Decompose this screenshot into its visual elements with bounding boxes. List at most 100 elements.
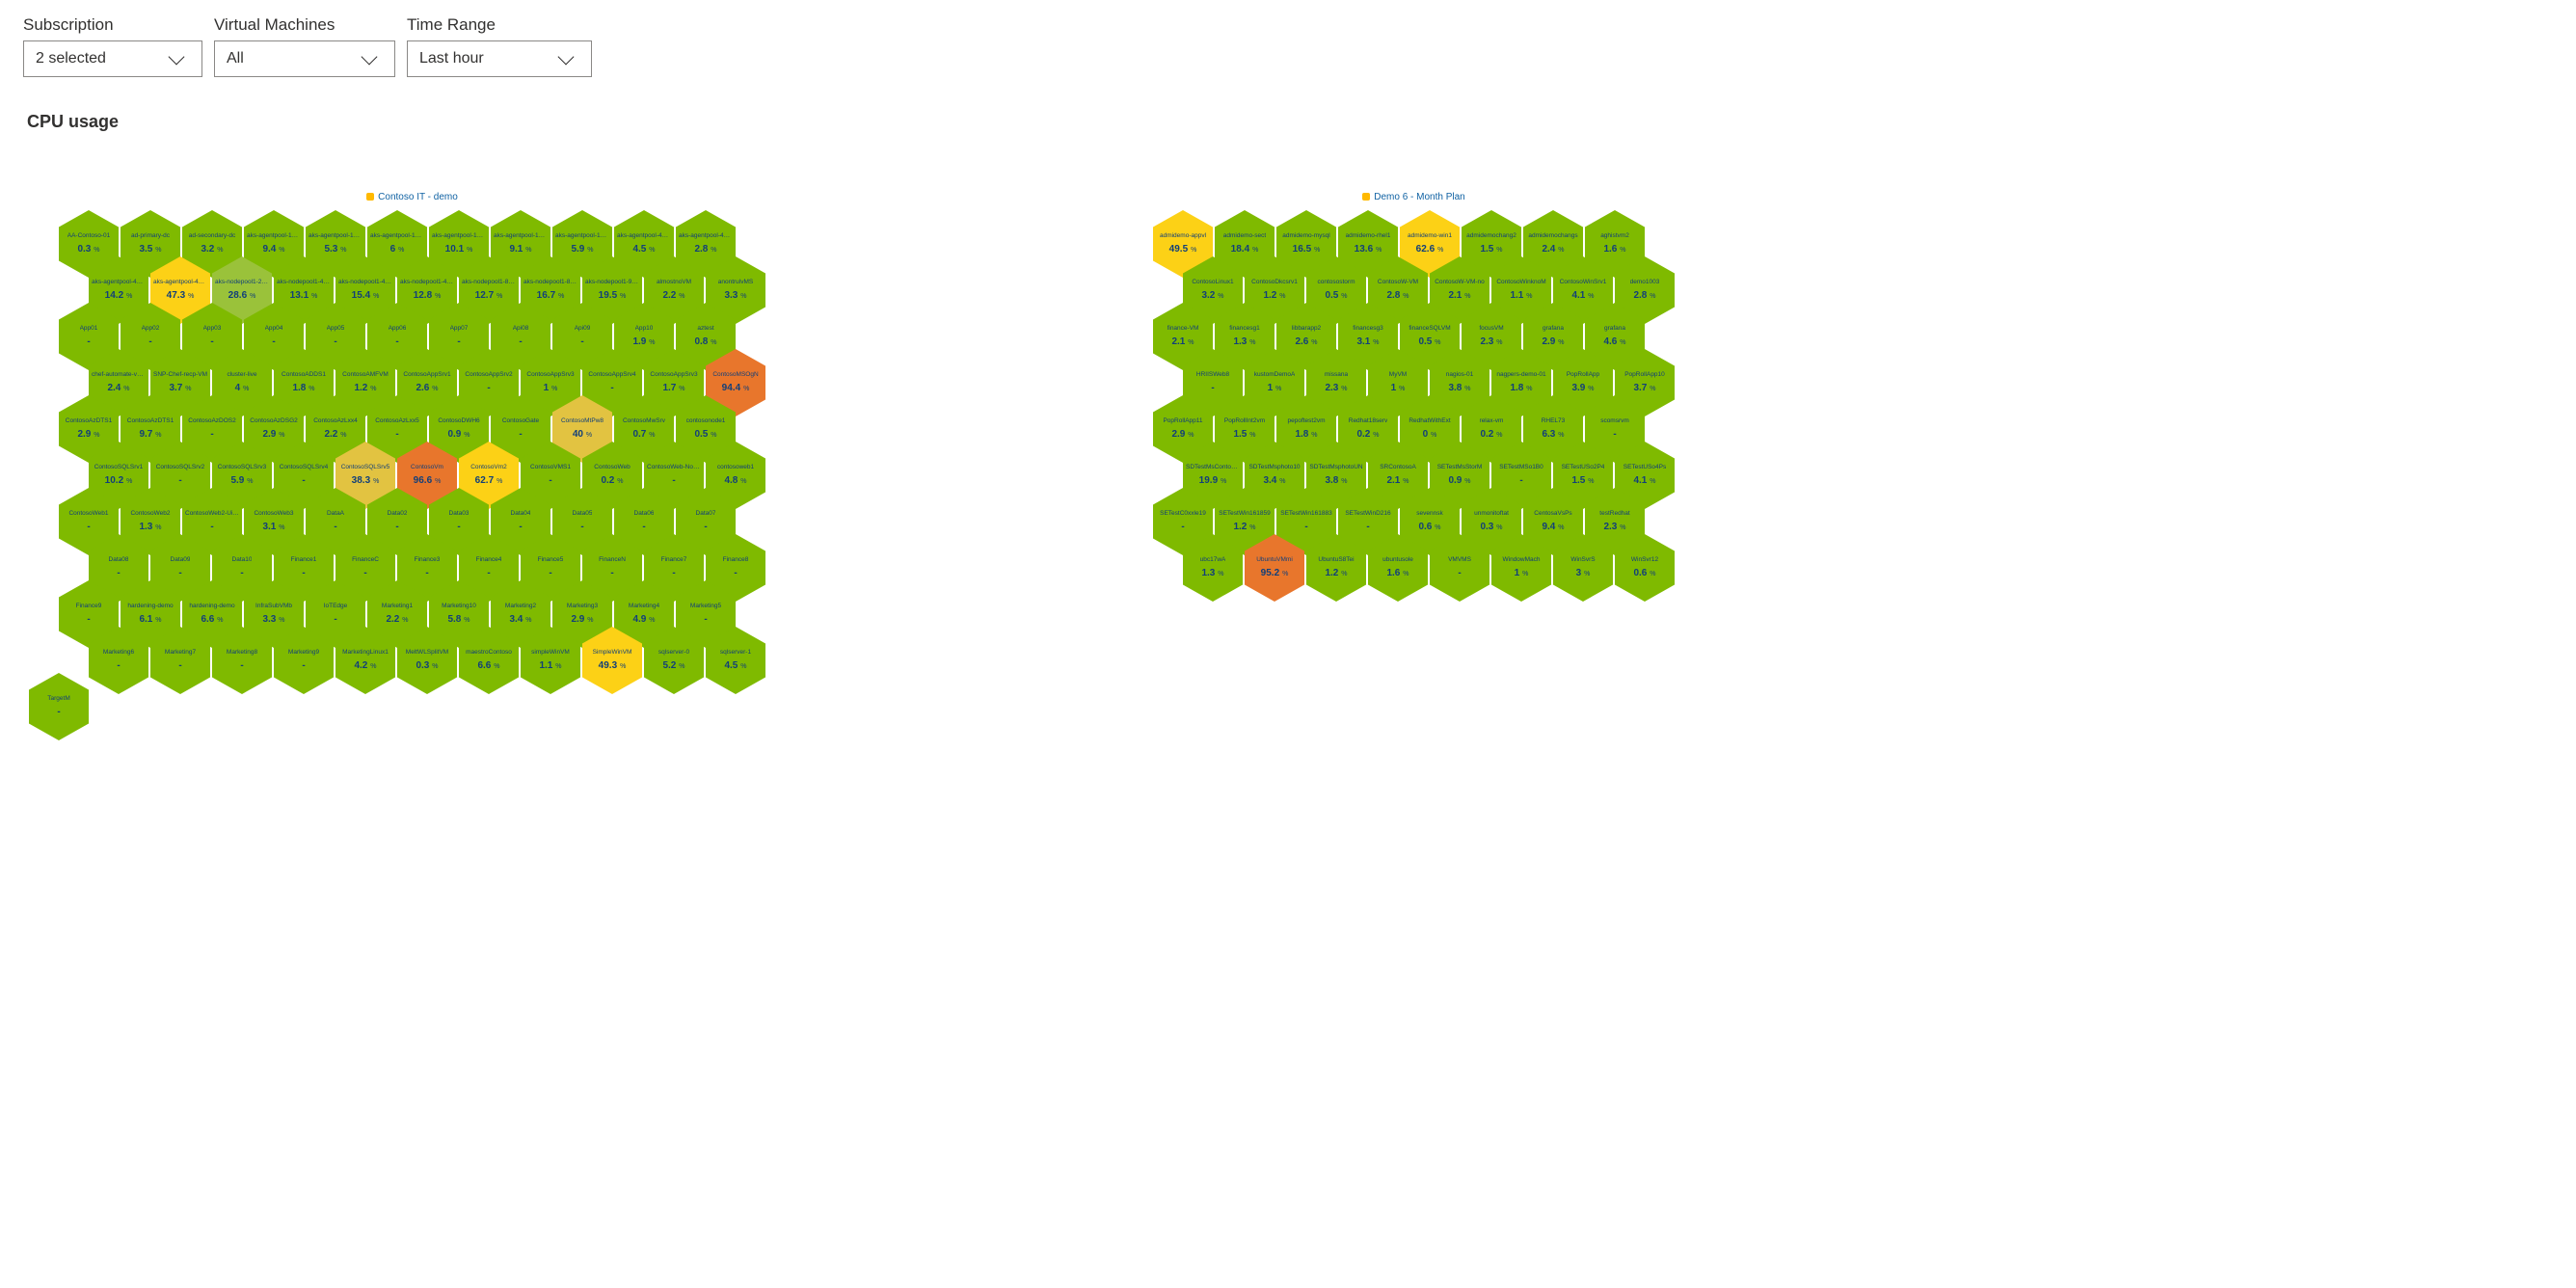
vms-value: All — [227, 50, 244, 67]
hex-cell-name: RHEL73 — [1542, 417, 1566, 425]
subscription-value: 2 selected — [36, 50, 106, 67]
hex-cell-value: 4.9 % — [632, 614, 655, 627]
hex-cell-name: admidemo-appvl — [1160, 232, 1206, 240]
hex-cell-value: - — [549, 568, 551, 580]
hex-cell-value: 0.5 % — [1418, 336, 1440, 349]
hex-cell-name: ContosoMSOgN — [712, 371, 758, 379]
hex-cell-name: App07 — [450, 325, 469, 333]
hex-cell-value: 3.7 % — [1633, 383, 1655, 395]
hex-cell-value: 2.1 % — [1448, 290, 1470, 303]
hex-cell-value: - — [457, 522, 460, 534]
hex-cell-value: - — [210, 429, 213, 442]
hex-cell-value: 13.6 % — [1355, 244, 1382, 256]
hex-cell-value: 1.5 % — [1571, 475, 1594, 488]
filter-subscription: Subscription 2 selected — [23, 15, 202, 77]
hex-cell-value: - — [178, 660, 181, 673]
hex-cell-name: SETestMsStorM — [1437, 464, 1483, 471]
hex-cell-name: ContosoSQLSrv4 — [280, 464, 329, 471]
hex-cell-value: 10.2 % — [105, 475, 133, 488]
hex-cell-name: kustomDemoA — [1254, 371, 1296, 379]
hex-cell[interactable]: TargetM- — [29, 673, 89, 740]
hex-cell-value: 6.6 % — [201, 614, 223, 627]
hex-cell-value: 2.4 % — [1542, 244, 1564, 256]
hex-cell-value: - — [610, 568, 613, 580]
hex-cell-name: hardening-demo — [127, 603, 173, 610]
hex-cell-name: ContosoDWH6 — [438, 417, 479, 425]
hex-cell-value: 3.3 % — [724, 290, 746, 303]
hex-cell-name: ad-secondary-dc — [189, 232, 235, 240]
hex-cell-value: - — [334, 522, 336, 534]
hex-cell-name: libbarapp2 — [1292, 325, 1321, 333]
hex-cell-value: 4.1 % — [1633, 475, 1655, 488]
hex-cell-name: aks-nodepool1-4261 — [338, 279, 392, 286]
hex-cell-name: missana — [1325, 371, 1348, 379]
hex-cell-value: 2.1 % — [1171, 336, 1194, 349]
hex-cell-value: - — [1613, 429, 1616, 442]
hex-cell-name: PopRollApp11 — [1163, 417, 1202, 425]
hex-cell-value: 3.9 % — [1571, 383, 1594, 395]
hex-cell-value: 40 % — [573, 429, 592, 442]
hex-cell-value: 18.4 % — [1231, 244, 1259, 256]
hex-cell-value: 3.4 % — [509, 614, 531, 627]
hex-cell-value: 9.7 % — [139, 429, 161, 442]
vms-label: Virtual Machines — [214, 15, 395, 35]
hex-cell-name: ContosoVm2 — [470, 464, 507, 471]
hex-cell-value: - — [580, 336, 583, 349]
time-range-select[interactable]: Last hour — [407, 40, 592, 77]
hex-cell-name: grafana — [1604, 325, 1625, 333]
hex-cell-value: 14.2 % — [105, 290, 133, 303]
hex-cell-name: Finance1 — [291, 556, 317, 564]
hex-cell-name: sevennsk — [1416, 510, 1442, 518]
hex-cell-value: 95.2 % — [1261, 568, 1289, 580]
hex-cell-value: 1.7 % — [662, 383, 684, 395]
hex-cell-name: App04 — [265, 325, 283, 333]
hex-cell-value: 3.2 % — [201, 244, 223, 256]
hex-cell-name: InfraSubVMb — [255, 603, 292, 610]
hex-row: Marketing6-Marketing7-Marketing8-Marketi… — [88, 637, 766, 684]
hex-cell-value: 1.5 % — [1233, 429, 1255, 442]
hex-cell-value: - — [302, 568, 305, 580]
hex-cell-value: - — [1211, 383, 1214, 395]
hex-cell-value: 9.4 % — [1542, 522, 1564, 534]
hex-cell-name: SETestWinD216 — [1345, 510, 1390, 518]
hex-cell-name: ContosoAppSrv3 — [526, 371, 574, 379]
vms-select[interactable]: All — [214, 40, 395, 77]
hex-cell-name: contosoweb1 — [717, 464, 754, 471]
subscription-select[interactable]: 2 selected — [23, 40, 202, 77]
hex-cell-value: 0.2 % — [1480, 429, 1502, 442]
hex-cell-name: ContosoMtPw8 — [561, 417, 604, 425]
hex-cell-value: - — [87, 336, 90, 349]
hex-cell-name: FinanceC — [352, 556, 379, 564]
hex-cell-value: - — [704, 614, 707, 627]
hex-cell-name: Api08 — [513, 325, 529, 333]
hex-cell-value: 9.1 % — [509, 244, 531, 256]
hex-cell-value: - — [87, 614, 90, 627]
hex-cell-value: - — [395, 429, 398, 442]
hex-cell-name: CentosaVsPs — [1534, 510, 1571, 518]
hex-cell-value: 16.5 % — [1293, 244, 1321, 256]
hex-cell-value: 1.2 % — [1263, 290, 1285, 303]
hex-grid: AA-Contoso-010.3 %ad-primary-dc3.5 %ad-s… — [58, 221, 766, 730]
hex-cell-value: 2.3 % — [1325, 383, 1347, 395]
hex-cell-value: 0.8 % — [694, 336, 716, 349]
hex-cell-name: sqlserver-1 — [720, 649, 751, 657]
hex-cell-name: SDTestMsphoto10 — [1248, 464, 1300, 471]
hex-cell-name: ContosoAMFVM — [342, 371, 389, 379]
hex-cell-value: 2.3 % — [1603, 522, 1625, 534]
hex-cell-name: App02 — [142, 325, 160, 333]
hex-cell-value: 0.2 % — [601, 475, 623, 488]
hex-cell-name: ContosoAppSrv2 — [465, 371, 512, 379]
hex-cell-value: 49.3 % — [599, 660, 627, 673]
hex-cell-name: Finance4 — [476, 556, 502, 564]
hex-cell-value: 0.9 % — [1448, 475, 1470, 488]
hex-cell-value: 2.4 % — [107, 383, 129, 395]
hex-cell-value: 5.9 % — [571, 244, 593, 256]
hex-cell-value: 3 % — [1576, 568, 1591, 580]
hex-cell-name: ContosoVMS1 — [530, 464, 571, 471]
hex-cell-name: relax-vm — [1480, 417, 1504, 425]
hex-cell-value: 1.3 % — [139, 522, 161, 534]
hex-cell-name: SETestUSo4Ps — [1623, 464, 1666, 471]
hex-cell-name: aks-agentpool-40718 — [617, 232, 671, 240]
hex-cell-name: ContosoSQLSrv2 — [156, 464, 205, 471]
hex-cell-name: ContosoAzLxx4 — [313, 417, 358, 425]
